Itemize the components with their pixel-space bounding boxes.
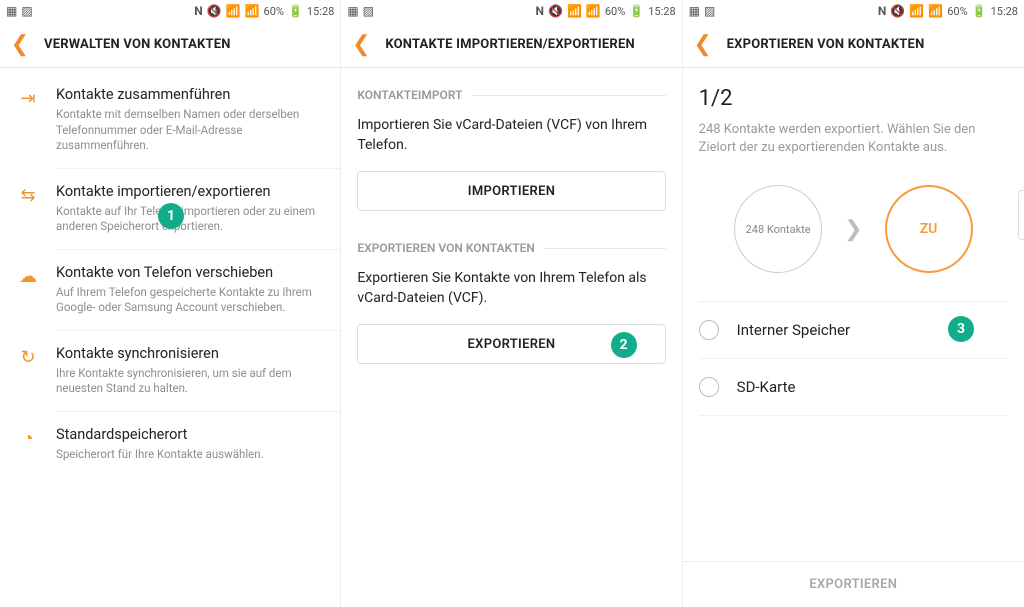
settings-list: ⇥ Kontakte zusammenführen Kontakte mit d…	[0, 68, 340, 476]
step-badge-3: 3	[948, 316, 974, 342]
source-dest-diagram: 248 Kontakte ❯ ZU	[699, 179, 1008, 302]
list-item-sub: Kontakte auf Ihr Telefon importieren ode…	[56, 204, 326, 235]
nfc-icon: N	[194, 5, 202, 17]
wifi-icon: 📶	[567, 5, 582, 17]
export-confirm-button[interactable]: EXPORTIEREN	[683, 561, 1024, 607]
header: ❮ EXPORTIEREN VON KONTAKTEN	[683, 22, 1024, 68]
nfc-icon: N	[536, 5, 544, 17]
screenshot-icon-2: ▨	[363, 5, 374, 17]
list-item-sub: Speicherort für Ihre Kontakte auswählen.	[56, 447, 326, 463]
clock: 15:28	[991, 5, 1018, 18]
chevron-right-icon: ❯	[844, 217, 862, 242]
list-item-title: Kontakte von Telefon verschieben	[56, 264, 326, 281]
header: ❮ KONTAKTE IMPORTIEREN/EXPORTIEREN	[341, 22, 681, 68]
option-sd-card[interactable]: SD-Karte	[699, 359, 1008, 416]
mute-icon: 🔇	[890, 5, 905, 17]
clock: 15:28	[307, 5, 334, 18]
section-rule	[472, 95, 665, 96]
import-button[interactable]: IMPORTIEREN	[357, 171, 665, 211]
merge-icon: ⇥	[0, 72, 56, 109]
step-badge-1: 1	[158, 203, 184, 229]
screen-export-contacts: ▦ ▨ N 🔇 📶 📶 60% 🔋 15:28 ❮ EXPORTIEREN VO…	[683, 0, 1024, 607]
screen-import-export: ▦ ▨ N 🔇 📶 📶 60% 🔋 15:28 ❮ KONTAKTE IMPOR…	[341, 0, 682, 607]
list-item-title: Kontakte synchronisieren	[56, 345, 326, 362]
edge-sliver	[1018, 190, 1024, 240]
list-item-merge[interactable]: ⇥ Kontakte zusammenführen Kontakte mit d…	[0, 72, 340, 169]
list-item-sync[interactable]: ↻ Kontakte synchronisieren Ihre Kontakte…	[0, 331, 340, 412]
sync-icon: ↻	[0, 331, 56, 368]
section-import-label: KONTAKTEIMPORT	[341, 68, 681, 102]
page-title: KONTAKTE IMPORTIEREN/EXPORTIEREN	[385, 37, 635, 52]
export-button[interactable]: EXPORTIEREN 2	[357, 324, 665, 364]
list-item-move[interactable]: ☁ Kontakte von Telefon verschieben Auf I…	[0, 250, 340, 331]
export-button-label: EXPORTIEREN	[468, 337, 556, 352]
option-label: Interner Speicher	[737, 321, 850, 339]
step-counter: 1/2	[699, 86, 1008, 111]
back-button[interactable]: ❮	[6, 32, 34, 57]
list-item-sub: Auf Ihrem Telefon gespeicherte Kontakte …	[56, 285, 326, 316]
status-bar: ▦ ▨ N 🔇 📶 📶 60% 🔋 15:28	[341, 0, 681, 22]
section-label-text: EXPORTIEREN VON KONTAKTEN	[357, 241, 535, 255]
wifi-icon: 📶	[226, 5, 241, 17]
battery-pct: 60%	[264, 5, 284, 18]
list-item-sub: Ihre Kontakte synchronisieren, um sie au…	[56, 366, 326, 397]
back-button[interactable]: ❮	[689, 32, 717, 57]
option-label: SD-Karte	[737, 378, 796, 396]
radio-icon	[699, 377, 719, 397]
section-rule	[545, 248, 666, 249]
clock: 15:28	[648, 5, 675, 18]
destination-circle[interactable]: ZU	[885, 185, 973, 273]
cloud-upload-icon: ☁	[0, 250, 56, 287]
header: ❮ VERWALTEN VON KONTAKTEN	[0, 22, 340, 68]
list-item-title: Kontakte zusammenführen	[56, 86, 326, 103]
page-title: VERWALTEN VON KONTAKTEN	[44, 37, 231, 52]
battery-icon: 🔋	[972, 5, 987, 17]
option-internal-storage[interactable]: Interner Speicher 3	[699, 302, 1008, 359]
export-instructions: 248 Kontakte werden exportiert. Wählen S…	[699, 121, 1008, 157]
battery-icon: 🔋	[629, 5, 644, 17]
storage-icon: ◔	[0, 412, 56, 449]
step-badge-2: 2	[611, 332, 637, 358]
radio-icon	[699, 320, 719, 340]
screenshot-icon: ▦	[347, 5, 358, 17]
import-export-icon: ⇆	[0, 169, 56, 206]
status-bar: ▦ ▨ N 🔇 📶 📶 60% 🔋 15:28	[683, 0, 1024, 22]
list-item-import-export[interactable]: ⇆ Kontakte importieren/exportieren Konta…	[0, 169, 340, 250]
screenshot-icon-2: ▨	[704, 5, 715, 17]
section-export-label: EXPORTIEREN VON KONTAKTEN	[341, 221, 681, 255]
list-item-default-storage[interactable]: ◔ Standardspeicherort Speicherort für Ih…	[0, 412, 340, 477]
source-circle: 248 Kontakte	[734, 185, 822, 273]
mute-icon: 🔇	[207, 5, 222, 17]
list-item-title: Standardspeicherort	[56, 426, 326, 443]
import-description: Importieren Sie vCard-Dateien (VCF) von …	[341, 102, 681, 167]
wifi-icon: 📶	[909, 5, 924, 17]
list-item-title: Kontakte importieren/exportieren	[56, 183, 326, 200]
signal-icon: 📶	[586, 5, 601, 17]
nfc-icon: N	[878, 5, 886, 17]
battery-pct: 60%	[605, 5, 625, 18]
back-button[interactable]: ❮	[347, 32, 375, 57]
signal-icon: 📶	[928, 5, 943, 17]
page-title: EXPORTIEREN VON KONTAKTEN	[727, 37, 925, 52]
screenshot-icon: ▦	[689, 5, 700, 17]
signal-icon: 📶	[245, 5, 260, 17]
status-bar: ▦ ▨ N 🔇 📶 📶 60% 🔋 15:28	[0, 0, 340, 22]
screenshot-icon-2: ▨	[21, 5, 32, 17]
list-item-sub: Kontakte mit demselben Namen oder dersel…	[56, 107, 326, 154]
battery-icon: 🔋	[288, 5, 303, 17]
screenshot-icon: ▦	[6, 5, 17, 17]
mute-icon: 🔇	[548, 5, 563, 17]
section-label-text: KONTAKTEIMPORT	[357, 88, 462, 102]
battery-pct: 60%	[947, 5, 967, 18]
screen-manage-contacts: ▦ ▨ N 🔇 📶 📶 60% 🔋 15:28 ❮ VERWALTEN VON …	[0, 0, 341, 607]
export-description: Exportieren Sie Kontakte von Ihrem Telef…	[341, 255, 681, 320]
